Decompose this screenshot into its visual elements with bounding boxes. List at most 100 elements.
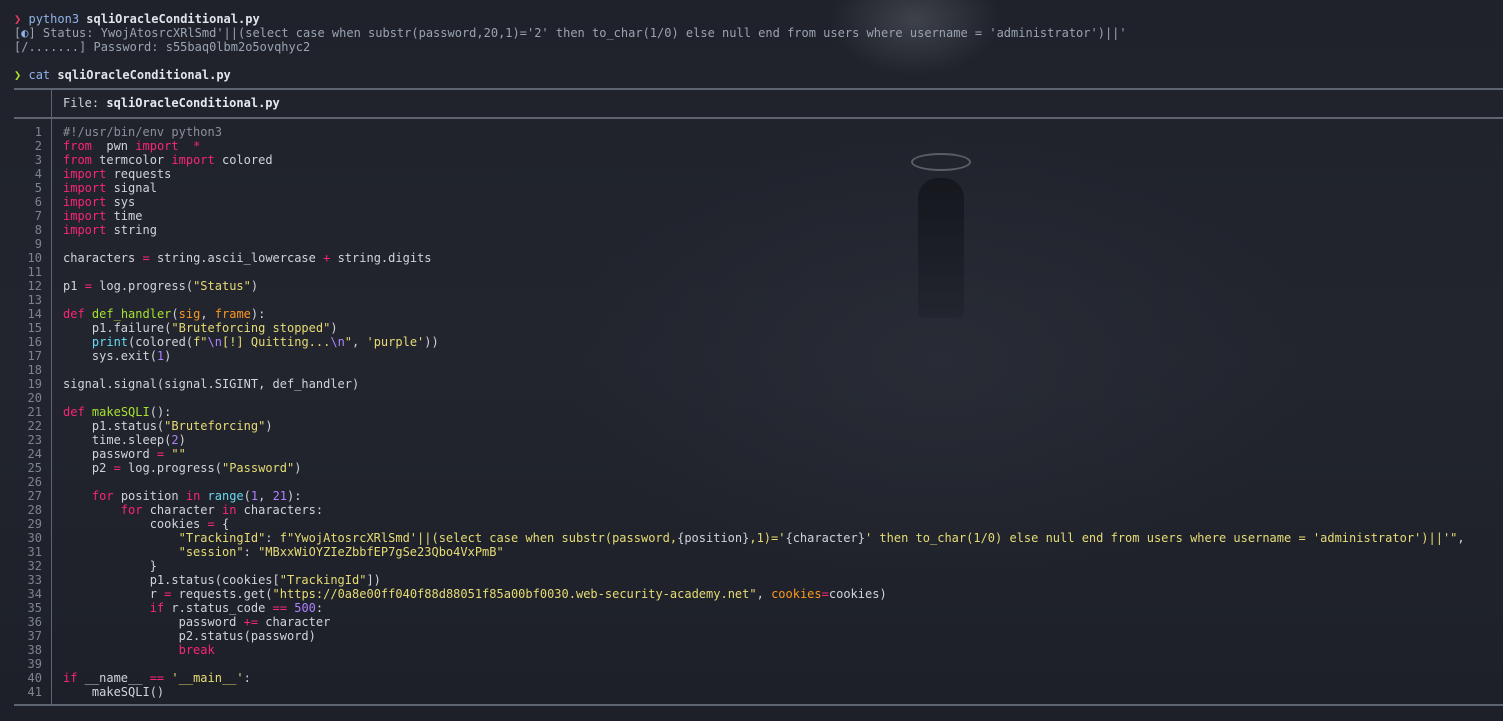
line-number: 26 <box>27 475 42 489</box>
line-number: 20 <box>27 391 42 405</box>
line-number: 35 <box>27 601 42 615</box>
line-number: 10 <box>27 251 42 265</box>
code-token: makeSQLI <box>91 405 150 419</box>
code-token: 500 <box>294 601 316 615</box>
code-token: \n <box>207 335 222 349</box>
code-token: += <box>243 615 259 629</box>
code-token: ' then to_char(1/0) else null end from u… <box>864 531 1458 545</box>
prompt-icon: ❯ <box>14 12 22 26</box>
code-token: {position} <box>677 531 750 545</box>
code-token: ( <box>171 307 179 321</box>
line-number: 34 <box>27 587 42 601</box>
line-source: p1.status("Bruteforcing") <box>63 419 273 433</box>
line-source: import signal <box>63 181 157 195</box>
code-token: r <box>63 587 165 601</box>
line-number: 4 <box>34 167 42 181</box>
code-token: for <box>120 503 143 517</box>
code-token: = <box>113 461 121 475</box>
terminal-window[interactable]: ❯ python3 sqliOracleConditional.py [◐] S… <box>0 0 1503 721</box>
code-token: import <box>63 209 107 223</box>
line-number: 7 <box>34 209 42 223</box>
line-number: 40 <box>27 671 42 685</box>
line-number: 5 <box>34 181 42 195</box>
code-token: '__main__' <box>171 671 244 685</box>
code-token: "TrackingId" <box>279 573 367 587</box>
code-token: "TrackingId" <box>178 531 266 545</box>
line-number: 30 <box>27 531 42 545</box>
line-source: from pwn import * <box>63 139 200 153</box>
line-number: 18 <box>27 363 42 377</box>
line-source: if r.status_code == 500: <box>63 601 323 615</box>
code-token: cookies) <box>828 587 887 601</box>
file-name: sqliOracleConditional.py <box>106 96 280 110</box>
code-token: ) <box>178 433 186 447</box>
line-source: password = "" <box>63 447 186 461</box>
code-token: , <box>756 587 772 601</box>
code-token: : <box>265 531 280 545</box>
code-token: "MBxxWiOYZIeZbbfEP7gSe23Qbo4VxPmB" <box>258 545 504 559</box>
code-token: position <box>113 489 186 503</box>
code-token: = <box>84 279 92 293</box>
line-number: 12 <box>27 279 42 293</box>
cat-command-line: ❯ cat sqliOracleConditional.py <box>14 68 231 82</box>
code-token: = <box>207 517 215 531</box>
code-token: , <box>258 489 273 503</box>
line-source: } <box>63 559 157 573</box>
code-token: ) <box>330 321 338 335</box>
line-number: 21 <box>27 405 42 419</box>
code-token: import <box>63 195 107 209</box>
line-source: break <box>63 643 215 657</box>
line-source: print(colored(f"\n[!] Quitting...\n", 'p… <box>63 335 439 349</box>
code-token: character <box>142 503 222 517</box>
code-token: "https://0a8e00ff040f88d88051f85a00bf003… <box>272 587 757 601</box>
gutter-divider-code <box>51 119 52 704</box>
code-token: } <box>63 559 157 573</box>
line-source: signal.signal(signal.SIGINT, def_handler… <box>63 377 359 391</box>
line-number: 41 <box>27 685 42 699</box>
code-token: def_handler <box>91 307 172 321</box>
code-token: signal <box>106 181 157 195</box>
code-token: import <box>135 139 179 153</box>
code-token: #!/usr/bin/env python3 <box>63 125 222 139</box>
line-number: 39 <box>27 657 42 671</box>
cat-command: cat <box>28 68 51 82</box>
code-token: , <box>1457 531 1465 545</box>
line-number: 1 <box>34 125 42 139</box>
code-token: "Password" <box>221 461 295 475</box>
code-token: = <box>142 251 150 265</box>
line-number: 23 <box>27 433 42 447</box>
code-token: 'purple' <box>366 335 425 349</box>
code-token: for <box>91 489 114 503</box>
code-token: 21 <box>272 489 288 503</box>
code-token: in <box>221 503 237 517</box>
code-token: ) <box>294 461 302 475</box>
password-line: [/.......] Password: s55baq0lbm2o5ovqhyc… <box>14 40 311 54</box>
line-number: 28 <box>27 503 42 517</box>
line-source: if __name__ == '__main__': <box>63 671 251 685</box>
code-token: from <box>63 139 92 153</box>
code-token: print <box>91 335 129 349</box>
code-token: __name__ <box>77 671 150 685</box>
status-line: [◐] Status: YwojAtosrcXRlSmd'||(select c… <box>14 26 1127 40</box>
code-token: f" <box>193 335 208 349</box>
code-token: = <box>821 587 829 601</box>
code-token: import <box>171 153 215 167</box>
code-token: "Status" <box>193 279 251 293</box>
line-number: 2 <box>34 139 42 153</box>
code-token: p1.failure( <box>63 321 172 335</box>
line-number: 36 <box>27 615 42 629</box>
code-token: (colored( <box>128 335 194 349</box>
code-token: time <box>106 209 143 223</box>
line-source: p1.failure("Bruteforcing stopped") <box>63 321 338 335</box>
line-source: characters = string.ascii_lowercase + st… <box>63 251 432 265</box>
code-token: if <box>63 671 78 685</box>
code-token: sys.exit( <box>63 349 157 363</box>
code-token: cookies <box>63 517 208 531</box>
code-token: range <box>207 489 244 503</box>
code-token: signal.signal(signal.SIGINT, def_handler… <box>63 377 360 391</box>
code-token: )) <box>424 335 439 349</box>
